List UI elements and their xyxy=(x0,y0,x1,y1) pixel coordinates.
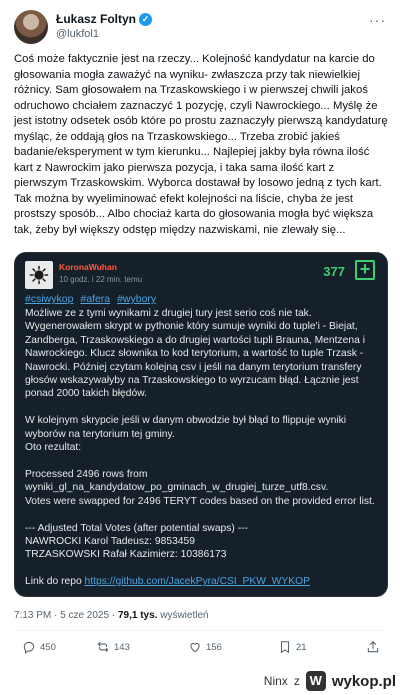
name-row: Łukasz Foltyn ✓ xyxy=(56,12,153,26)
like-button[interactable]: 156 xyxy=(188,640,222,654)
card-tags: #csiwykop #afera #wybory xyxy=(25,293,160,305)
vote-count: 377 xyxy=(323,264,345,279)
bookmark-icon xyxy=(280,641,290,654)
footer-z: z xyxy=(293,674,300,688)
card-timestamp: 10 godz. i 22 min. temu xyxy=(59,275,143,284)
like-count: 156 xyxy=(206,641,222,653)
upvote-plus-icon: + xyxy=(355,260,375,280)
share-button[interactable] xyxy=(366,640,380,654)
card-body: Możliwe ze z tymi wynikami z drugiej tur… xyxy=(25,307,381,589)
reply-button[interactable]: 450 xyxy=(22,640,56,654)
repost-count: 143 xyxy=(114,641,130,653)
avatar[interactable] xyxy=(14,10,48,44)
divider xyxy=(14,630,386,631)
verified-icon: ✓ xyxy=(139,12,153,26)
repo-link: https://github.com/JacekPyra/CSI_PKW_WYK… xyxy=(84,576,311,588)
author-handle[interactable]: @lukfol1 xyxy=(56,28,99,40)
more-options-icon[interactable]: ··· xyxy=(369,12,386,28)
reply-icon xyxy=(23,641,35,654)
tweet-time[interactable]: 7:13 PM · 5 cze 2025 · xyxy=(14,610,118,621)
view-count: 79,1 tys. xyxy=(117,610,158,621)
embedded-screenshot[interactable]: KoronaWuhan 10 godz. i 22 min. temu 377 … xyxy=(14,252,388,597)
tweet-meta: 7:13 PM · 5 cze 2025 · 79,1 tys. wyświet… xyxy=(14,610,209,621)
virus-icon xyxy=(25,261,53,289)
wykop-footer: Ninx z W wykop.pl xyxy=(264,671,396,691)
repost-icon xyxy=(97,641,109,653)
tweet-text: Coś może faktycznie jest na rzeczy... Ko… xyxy=(14,53,391,236)
tweet-header: Łukasz Foltyn ✓ @lukfol1 ··· xyxy=(14,10,386,44)
views-label: wyświetleń xyxy=(157,610,209,621)
reply-count: 450 xyxy=(40,641,56,653)
wykop-logo-icon: W xyxy=(305,671,326,691)
share-icon xyxy=(367,641,379,653)
tag-csiwykop: #csiwykop xyxy=(25,293,74,305)
bookmark-count: 21 xyxy=(296,641,307,653)
repost-button[interactable]: 143 xyxy=(96,640,130,654)
author-name[interactable]: Łukasz Foltyn xyxy=(56,12,136,26)
card-username: KoronaWuhan xyxy=(59,262,117,272)
tweet: Łukasz Foltyn ✓ @lukfol1 ··· Coś może fa… xyxy=(0,0,400,670)
bookmark-button[interactable]: 21 xyxy=(278,640,307,654)
tag-afera: #afera xyxy=(80,293,111,305)
card-body-text: Możliwe ze z tymi wynikami z drugiej tur… xyxy=(25,308,375,588)
footer-author: Ninx xyxy=(263,674,288,688)
tag-wybory: #wybory xyxy=(117,293,157,305)
action-bar: 450 143 156 21 xyxy=(14,640,386,660)
heart-icon xyxy=(190,643,200,653)
wykop-site-name: wykop.pl xyxy=(331,672,396,690)
